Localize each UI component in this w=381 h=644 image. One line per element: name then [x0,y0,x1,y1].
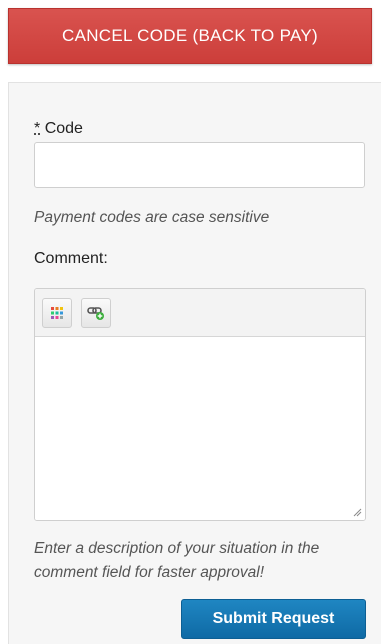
cancel-code-button-label: CANCEL CODE (BACK TO PAY) [62,26,318,45]
editor-toolbar [35,289,365,337]
color-palette-icon [51,306,63,319]
code-hint-text: Payment codes are case sensitive [34,209,270,226]
code-input[interactable] [34,142,365,188]
text-color-button[interactable] [42,297,72,328]
insert-link-button[interactable] [81,297,111,328]
cancel-code-form-page: CANCEL CODE (BACK TO PAY) * Code Payment… [0,0,381,644]
code-field-label: * Code [34,120,83,138]
submit-request-label: Submit Request [212,610,335,627]
insert-link-icon [87,306,104,320]
comment-field-label: Comment: [34,250,108,267]
cancel-code-button[interactable]: CANCEL CODE (BACK TO PAY) [8,8,372,64]
submit-request-button[interactable]: Submit Request [181,599,366,639]
code-label-text: Code [44,120,83,137]
comment-textarea[interactable] [35,337,365,520]
comment-editor [34,288,366,521]
comment-hint-text: Enter a description of your situation in… [34,540,320,581]
required-marker: * [34,120,41,137]
resize-handle-icon[interactable] [353,508,362,517]
